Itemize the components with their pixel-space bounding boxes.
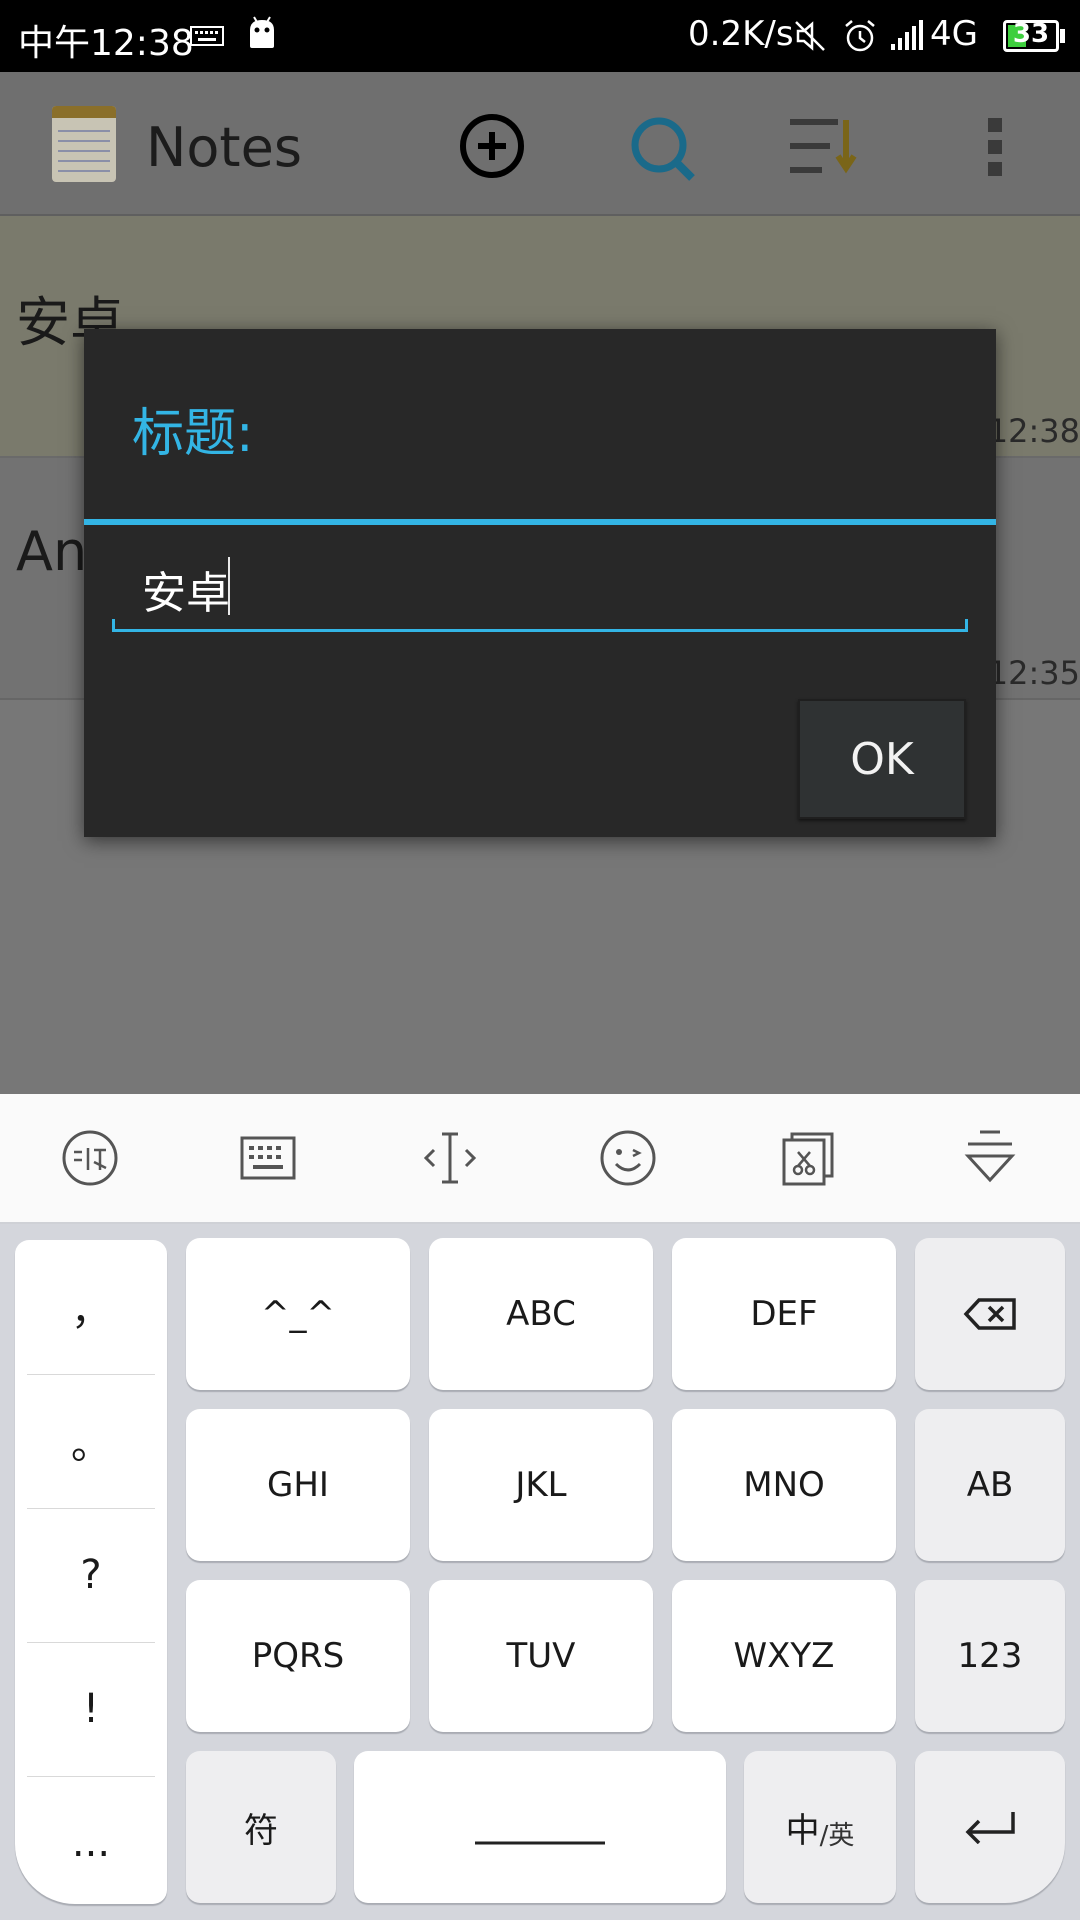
status-time: 中午12:38 [18,23,194,64]
punctuation-key[interactable]: ? [27,1508,155,1642]
sort-icon[interactable] [788,116,864,182]
lang-sub-label: /英 [819,1820,855,1851]
overflow-menu-icon[interactable] [986,116,1006,184]
key-def[interactable]: DEF [672,1238,896,1390]
cursor-move-icon[interactable] [420,1128,480,1188]
dialog-divider [84,519,996,525]
mute-icon [794,18,828,58]
network-type: 4G [930,14,978,54]
key-number-mode[interactable]: 123 [915,1580,1065,1732]
key-ghi[interactable]: GHI [186,1409,410,1561]
space-key[interactable] [354,1751,726,1903]
search-icon[interactable] [626,112,698,188]
space-bar-icon [475,1841,605,1845]
dialog-title: 标题: [132,404,254,464]
punctuation-key[interactable]: ... [27,1776,155,1910]
battery-icon: 33 [1003,19,1059,52]
emoji-icon[interactable] [598,1128,658,1188]
notes-app-icon [52,106,116,182]
android-debug-icon [248,16,276,54]
input-underline [112,619,968,632]
key-mno[interactable]: MNO [672,1409,896,1561]
keyboard-icon[interactable] [238,1128,298,1188]
add-note-icon[interactable] [458,112,526,184]
app-title: Notes [146,116,302,179]
network-speed: 0.2K/s [688,14,794,54]
enter-icon [965,1812,1015,1844]
key-symbols[interactable]: 符 [186,1751,336,1903]
punctuation-key[interactable]: 。 [27,1374,155,1508]
key-wxyz[interactable]: WXYZ [672,1580,896,1732]
key-emoticon[interactable]: ^_^ [186,1238,410,1390]
key-pqrs[interactable]: PQRS [186,1580,410,1732]
alarm-icon [842,18,878,58]
punctuation-key[interactable]: ! [27,1642,155,1776]
keyboard-status-icon [190,26,224,50]
key-abc[interactable]: ABC [429,1238,653,1390]
title-dialog: 标题: OK [84,329,996,837]
status-bar: 中午12:38 0.2K/s 4G 33 [0,0,1080,72]
signal-icon [890,18,926,56]
action-bar: Notes [0,72,1080,216]
lang-main-label: 中 [785,1810,820,1851]
key-tuv[interactable]: TUV [429,1580,653,1732]
key-english-mode[interactable]: AB [915,1409,1065,1561]
t9-keyboard: ， 。 ? ! ... ^_^ ABC DEF GHI JKL MNO AB P… [0,1224,1080,1920]
language-switch-key[interactable]: 中/英 [744,1751,896,1903]
clipboard-icon[interactable] [778,1128,838,1188]
enter-key[interactable] [915,1751,1065,1903]
ok-button[interactable]: OK [798,699,966,819]
backspace-icon [963,1298,1016,1330]
text-cursor [228,557,230,615]
note-time: 12:35 [987,654,1080,692]
key-jkl[interactable]: JKL [429,1409,653,1561]
battery-tip [1060,29,1065,43]
hide-keyboard-icon[interactable] [960,1128,1020,1188]
keyboard-toolbar [0,1094,1080,1224]
backspace-key[interactable] [915,1238,1065,1390]
note-time: 12:38 [987,412,1080,450]
ifly-logo-icon[interactable] [60,1128,120,1188]
battery-level: 33 [1012,19,1050,49]
punctuation-key[interactable]: ， [27,1240,155,1374]
punctuation-column: ， 。 ? ! ... [15,1240,167,1904]
note-title: An [16,520,88,583]
